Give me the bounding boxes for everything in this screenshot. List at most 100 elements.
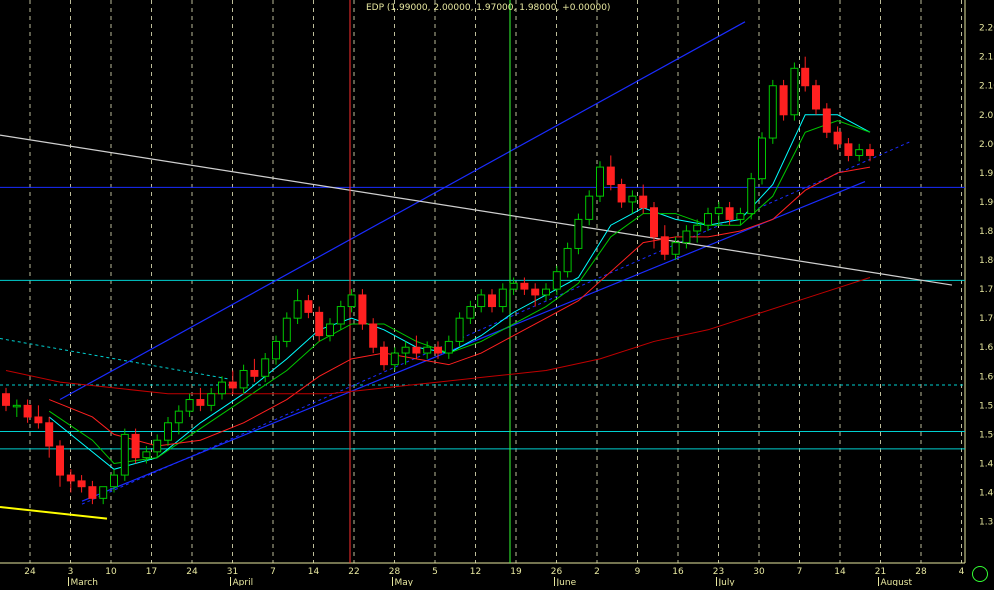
smiley-icon[interactable] <box>972 566 988 582</box>
candle-body <box>412 346 421 354</box>
x-tick-label: 7 <box>270 567 276 577</box>
month-label: July <box>718 578 736 586</box>
candle-body <box>866 149 874 156</box>
candle-body <box>99 486 108 499</box>
candle-body <box>617 184 626 203</box>
y-tick-label: 1.55 <box>979 401 994 411</box>
stock-chart[interactable]: 24 3 10 17 24 31 7 14 22 28 5 12 19 26 2 9 16 23 30 7 14 21 28… <box>0 0 994 588</box>
candle-body <box>326 323 334 337</box>
x-tick-label: 14 <box>834 567 846 577</box>
chart-background <box>0 0 994 586</box>
candle-body <box>466 306 475 319</box>
x-tick-label: 16 <box>672 567 684 577</box>
y-tick-label: 2.15 <box>979 53 994 63</box>
candle-body <box>336 306 345 325</box>
candle-body <box>315 311 324 337</box>
candle-body <box>639 195 648 209</box>
header-quote: EDP (1.99000, 2.00000, 1.97000, 1.98000,… <box>366 3 610 13</box>
candle-body <box>423 346 432 354</box>
candle-body <box>77 480 86 488</box>
x-tick-label: 24 <box>24 567 36 577</box>
candle-body <box>790 67 799 116</box>
y-tick-label: 1.60 <box>979 372 994 382</box>
x-tick-label: 10 <box>105 567 117 577</box>
candle-body <box>758 137 766 180</box>
candle-body <box>196 399 205 406</box>
candle-body <box>153 439 162 453</box>
candle-body <box>34 416 43 424</box>
candle-body <box>228 381 237 389</box>
candle-body <box>272 340 280 360</box>
month-label: June <box>556 578 577 586</box>
candle-body <box>693 224 702 232</box>
candle-body <box>477 294 486 308</box>
candle-body <box>833 131 842 145</box>
candle-body <box>380 346 388 366</box>
y-tick-label: 1.70 <box>979 314 994 324</box>
x-tick-label: 9 <box>635 567 641 577</box>
candle-body <box>509 282 518 290</box>
candle-body <box>12 404 21 408</box>
x-tick-label: 3 <box>68 567 74 577</box>
candle-body <box>142 451 151 459</box>
candle-body <box>660 236 669 255</box>
candle-body <box>704 213 712 226</box>
candle-body <box>855 149 864 156</box>
candle-body <box>552 271 561 290</box>
y-tick-label: 1.75 <box>979 285 994 295</box>
y-tick-label: 1.50 <box>979 430 994 440</box>
candle-body <box>671 242 680 255</box>
candle-body <box>401 346 410 354</box>
candle-body <box>574 218 583 249</box>
month-label: April <box>233 578 254 586</box>
candle-body <box>650 207 658 238</box>
candle-body <box>725 207 734 220</box>
x-tick-label: 5 <box>432 567 438 577</box>
candle-body <box>88 486 97 499</box>
chart-canvas[interactable]: 24 3 10 17 24 31 7 14 22 28 5 12 19 26 2 9 16 23 30 7 14 21 28… <box>0 0 994 588</box>
x-tick-label: 21 <box>875 567 886 577</box>
y-tick-label: 1.85 <box>979 227 994 237</box>
candle-body <box>768 85 777 139</box>
candle-body <box>347 294 356 308</box>
candle-body <box>444 340 453 354</box>
candle-body <box>434 346 442 354</box>
candle-body <box>120 433 129 476</box>
candle-body <box>455 317 464 342</box>
x-tick-label: 17 <box>146 567 157 577</box>
x-tick-label: 24 <box>186 567 198 577</box>
candle-body <box>822 108 831 133</box>
candle-body <box>596 166 604 197</box>
candle-body <box>682 230 691 244</box>
x-tick-label: 31 <box>227 567 238 577</box>
y-tick-label: 2.05 <box>979 111 994 121</box>
candle-body <box>779 85 788 116</box>
x-tick-label: 19 <box>510 567 522 577</box>
candle-body <box>174 410 183 424</box>
x-tick-label: 26 <box>551 567 563 577</box>
candle-body <box>628 195 637 203</box>
candle-body <box>23 404 32 418</box>
candle-body <box>218 381 226 395</box>
candle-body <box>390 352 399 366</box>
candle-body <box>131 433 140 459</box>
x-tick-label: 12 <box>470 567 481 577</box>
candle-body <box>812 85 820 110</box>
y-tick-label: 1.35 <box>979 518 994 528</box>
candle-body <box>358 294 367 325</box>
candle-body <box>844 143 853 156</box>
x-tick-label: 28 <box>389 567 401 577</box>
candle-body <box>714 207 723 215</box>
y-tick-label: 2.10 <box>979 82 994 92</box>
candle-body <box>531 288 540 296</box>
y-tick-label: 2.00 <box>979 140 994 150</box>
candle-body <box>207 393 216 406</box>
x-tick-label: 22 <box>348 567 359 577</box>
x-tick-label: 28 <box>915 567 927 577</box>
candle-body <box>801 67 810 87</box>
candle-body <box>585 195 594 220</box>
candle-body <box>45 422 54 447</box>
candle-body <box>606 166 615 186</box>
month-label: May <box>395 578 414 586</box>
x-tick-label: 4 <box>959 567 965 577</box>
